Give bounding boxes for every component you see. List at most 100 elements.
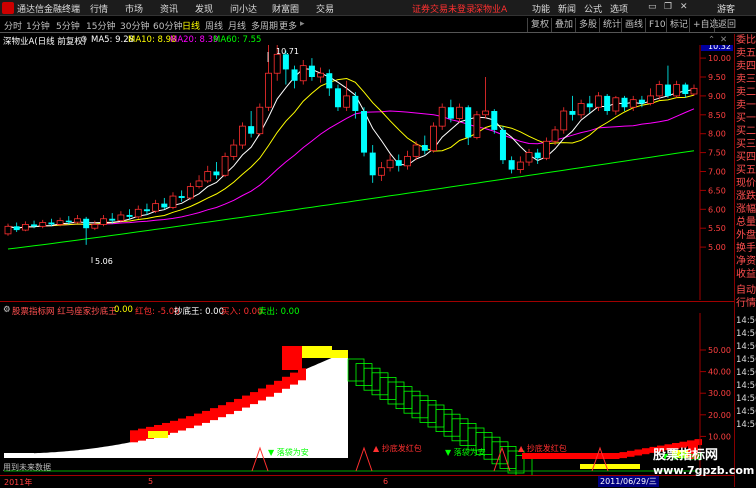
period-60min[interactable]: 60分钟 <box>153 19 182 32</box>
login-status[interactable]: 证券交易未登录 <box>412 2 475 15</box>
candle[interactable] <box>612 95 620 115</box>
candle[interactable] <box>308 58 315 81</box>
candle[interactable] <box>412 141 420 161</box>
candle[interactable] <box>386 154 394 172</box>
candle[interactable] <box>473 111 481 140</box>
candle[interactable] <box>621 95 628 112</box>
candle[interactable] <box>361 107 368 157</box>
menu-function[interactable]: 功能 <box>532 2 550 15</box>
candle[interactable] <box>343 80 351 112</box>
candle[interactable] <box>161 197 168 210</box>
candle[interactable] <box>91 220 99 231</box>
candle[interactable] <box>525 148 533 166</box>
user-guest[interactable]: 游客 <box>717 2 735 15</box>
close-icon[interactable]: ✕ <box>680 2 688 12</box>
period-30min[interactable]: 30分钟 <box>120 19 149 32</box>
candle[interactable] <box>230 139 238 161</box>
mark-button[interactable]: 标记 <box>666 18 691 32</box>
candle[interactable] <box>647 88 654 106</box>
candle[interactable] <box>169 192 177 210</box>
period-5min[interactable]: 5分钟 <box>56 19 80 32</box>
candle[interactable] <box>655 80 663 100</box>
candle[interactable] <box>438 103 446 130</box>
indicator-chart[interactable]: 50.00 40.00 30.00 20.00 10.00 ▼ 落袋为安 ▲ 抄底发红包… <box>0 313 734 475</box>
candle[interactable] <box>499 126 506 164</box>
candle[interactable] <box>248 111 255 138</box>
menu-trade[interactable]: 交易 <box>316 2 334 15</box>
current-stock-menu[interactable]: 深物业A <box>474 2 507 15</box>
price-chart[interactable]: 10.32 10.00 9.50 9.00 8.50 8.00 7.50 7.00 6.50 6.… <box>0 45 734 300</box>
candle[interactable] <box>516 156 524 174</box>
menu-market[interactable]: 行情 <box>90 2 108 15</box>
candle[interactable] <box>560 107 568 134</box>
multi-stock-button[interactable]: 多股 <box>575 18 600 32</box>
period-more[interactable]: 更多 <box>279 19 297 32</box>
chart-collapse-icon[interactable]: ⌃ <box>708 35 715 45</box>
settings-gear-icon[interactable]: ⚙ <box>80 35 88 45</box>
candle[interactable] <box>586 95 593 113</box>
candle[interactable] <box>690 84 698 96</box>
period-intraday[interactable]: 分时 <box>4 19 22 32</box>
menu-wenxiaoda[interactable]: 问小达 <box>230 2 257 15</box>
candle[interactable] <box>377 162 385 181</box>
candle[interactable] <box>369 145 376 183</box>
candle[interactable] <box>421 135 428 155</box>
candle[interactable] <box>74 214 81 224</box>
candle[interactable] <box>83 216 90 245</box>
menu-options[interactable]: 选项 <box>610 2 628 15</box>
candle[interactable] <box>186 182 194 200</box>
candle[interactable] <box>577 99 585 119</box>
period-monthly[interactable]: 月线 <box>228 19 246 32</box>
candle[interactable] <box>291 65 298 89</box>
candle[interactable] <box>39 219 47 229</box>
candle[interactable] <box>195 175 203 189</box>
period-weekly[interactable]: 周线 <box>205 19 223 32</box>
candle[interactable] <box>404 150 411 170</box>
menu-wealth-circle[interactable]: 财富圈 <box>272 2 299 15</box>
candle[interactable] <box>117 211 125 223</box>
candle[interactable] <box>569 95 576 121</box>
chart-close-icon[interactable]: ✕ <box>720 35 727 45</box>
candle[interactable] <box>152 199 160 214</box>
menu-news-right[interactable]: 新闻 <box>558 2 576 15</box>
candle[interactable] <box>456 103 463 123</box>
candle[interactable] <box>430 122 437 153</box>
candle[interactable] <box>673 80 681 98</box>
adjust-button[interactable]: 复权 <box>527 18 552 32</box>
candle[interactable] <box>299 59 307 85</box>
candle[interactable] <box>4 223 12 236</box>
candle[interactable] <box>134 205 142 219</box>
candle[interactable] <box>482 76 489 119</box>
menu-news[interactable]: 资讯 <box>160 2 178 15</box>
candle[interactable] <box>100 214 107 227</box>
period-daily[interactable]: 日线 <box>182 19 200 32</box>
more-chevron-icon[interactable]: ▸ <box>300 19 305 29</box>
candle[interactable] <box>21 221 29 232</box>
candle[interactable] <box>551 126 559 146</box>
period-1min[interactable]: 1分钟 <box>26 19 50 32</box>
candle[interactable] <box>534 148 541 164</box>
overlay-button[interactable]: 叠加 <box>551 18 576 32</box>
menu-formula[interactable]: 公式 <box>584 2 602 15</box>
candle[interactable] <box>664 65 671 98</box>
candle[interactable] <box>265 45 272 112</box>
candle[interactable] <box>239 122 246 149</box>
candle[interactable] <box>682 82 689 98</box>
period-multi[interactable]: 多周期 <box>251 19 278 32</box>
candle[interactable] <box>326 69 333 96</box>
candle[interactable] <box>508 156 515 174</box>
minimize-icon[interactable]: ▭ <box>648 2 657 12</box>
candle[interactable] <box>317 67 325 83</box>
candle[interactable] <box>542 137 550 161</box>
candle[interactable] <box>465 105 472 146</box>
candle[interactable] <box>13 222 20 232</box>
candle[interactable] <box>395 154 402 172</box>
draw-line-button[interactable]: 画线 <box>621 18 646 32</box>
menu-discover[interactable]: 发现 <box>195 2 213 15</box>
candle[interactable] <box>334 84 341 112</box>
candle[interactable] <box>204 165 212 183</box>
back-button[interactable]: 返回 <box>714 18 736 32</box>
restore-icon[interactable]: ❐ <box>664 2 672 12</box>
candle[interactable] <box>604 94 611 115</box>
candle[interactable] <box>178 190 185 202</box>
